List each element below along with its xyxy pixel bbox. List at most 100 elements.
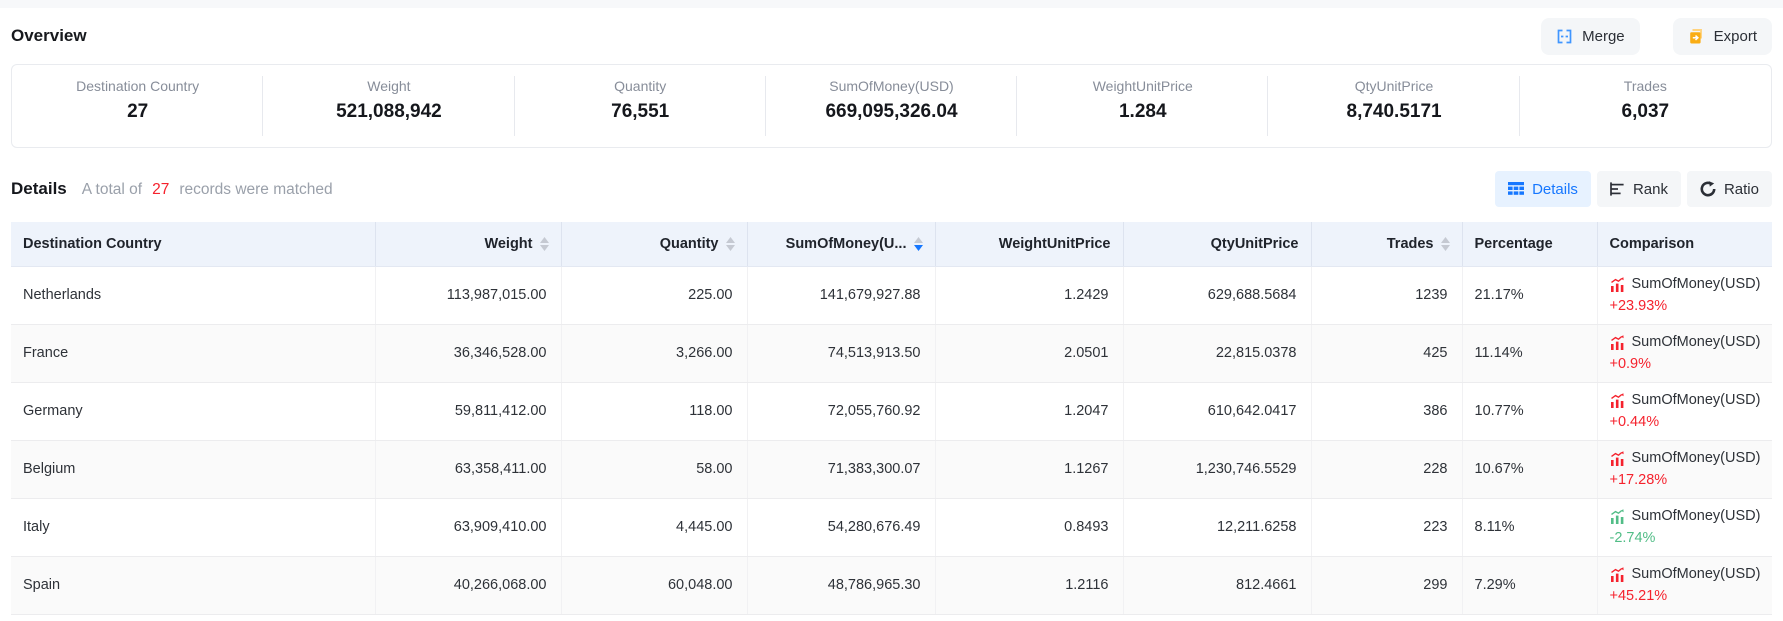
tab-rank[interactable]: Rank (1597, 171, 1681, 207)
tab-details[interactable]: Details (1495, 171, 1591, 207)
column-header-trades[interactable]: Trades (1311, 222, 1462, 266)
ratio-icon (1700, 181, 1716, 197)
stat-weight-unit-price: WeightUnitPrice 1.284 (1017, 65, 1268, 147)
cell-sum-of-money: 54,280,676.49 (747, 498, 935, 556)
topbar: Overview Merge (11, 17, 1772, 55)
stat-trades: Trades 6,037 (1520, 65, 1771, 147)
cell-qty-unit-price: 629,688.5684 (1123, 266, 1311, 324)
cell-percentage: 10.77% (1462, 382, 1597, 440)
stat-label: QtyUnitPrice (1268, 78, 1519, 94)
comparison-change: +45.21% (1610, 588, 1761, 604)
details-bar: Details A total of27records were matched… (11, 171, 1772, 207)
export-button[interactable]: Export (1673, 18, 1772, 55)
stat-weight: Weight 521,088,942 (263, 65, 514, 147)
stat-label: Destination Country (12, 78, 263, 94)
sort-carets-icon[interactable] (1441, 237, 1450, 251)
merge-button[interactable]: Merge (1541, 18, 1640, 55)
cell-weight-unit-price: 1.2116 (935, 556, 1123, 614)
cell-comparison: SumOfMoney(USD) +0.9% (1597, 324, 1772, 382)
merge-button-label: Merge (1582, 28, 1625, 45)
cell-weight-unit-price: 1.2429 (935, 266, 1123, 324)
cell-weight-unit-price: 1.2047 (935, 382, 1123, 440)
cell-qty-unit-price: 1,230,746.5529 (1123, 440, 1311, 498)
mini-bar-chart-icon (1610, 393, 1625, 408)
column-header-destination-country: Destination Country (11, 222, 375, 266)
comparison-metric: SumOfMoney(USD) (1632, 508, 1761, 524)
cell-sum-of-money: 141,679,927.88 (747, 266, 935, 324)
bar-chart-icon (1610, 182, 1625, 196)
cell-weight: 63,358,411.00 (375, 440, 561, 498)
column-header-quantity[interactable]: Quantity (561, 222, 747, 266)
table-icon (1508, 182, 1524, 196)
cell-weight: 59,811,412.00 (375, 382, 561, 440)
page-title: Overview (11, 26, 87, 46)
cell-comparison: SumOfMoney(USD) +23.93% (1597, 266, 1772, 324)
table-row: Germany 59,811,412.00 118.00 72,055,760.… (11, 382, 1772, 440)
cell-weight-unit-price: 2.0501 (935, 324, 1123, 382)
comparison-change: +23.93% (1610, 298, 1761, 314)
stat-value: 521,088,942 (263, 101, 514, 123)
cell-destination-country: Belgium (11, 440, 375, 498)
comparison-metric: SumOfMoney(USD) (1632, 276, 1761, 292)
sort-carets-icon[interactable] (914, 237, 923, 251)
column-header-sum-of-money[interactable]: SumOfMoney(U... (747, 222, 935, 266)
cell-weight: 113,987,015.00 (375, 266, 561, 324)
cell-qty-unit-price: 22,815.0378 (1123, 324, 1311, 382)
cell-quantity: 58.00 (561, 440, 747, 498)
cell-qty-unit-price: 610,642.0417 (1123, 382, 1311, 440)
column-header-comparison: Comparison (1597, 222, 1772, 266)
cell-trades: 1239 (1311, 266, 1462, 324)
stat-label: Quantity (515, 78, 766, 94)
details-heading-group: Details A total of27records were matched (11, 179, 333, 199)
mini-bar-chart-icon (1610, 277, 1625, 292)
stat-quantity: Quantity 76,551 (515, 65, 766, 147)
stat-destination-country: Destination Country 27 (12, 65, 263, 147)
sort-carets-icon[interactable] (726, 237, 735, 251)
cell-destination-country: Italy (11, 498, 375, 556)
comparison-metric: SumOfMoney(USD) (1632, 450, 1761, 466)
comparison-change: +17.28% (1610, 472, 1761, 488)
cell-weight-unit-price: 0.8493 (935, 498, 1123, 556)
top-strip (0, 0, 1783, 8)
stat-value: 669,095,326.04 (766, 101, 1017, 123)
match-summary: A total of27records were matched (82, 181, 333, 199)
cell-trades: 299 (1311, 556, 1462, 614)
cell-trades: 386 (1311, 382, 1462, 440)
mini-bar-chart-icon (1610, 335, 1625, 350)
table-row: Italy 63,909,410.00 4,445.00 54,280,676.… (11, 498, 1772, 556)
export-button-label: Export (1714, 28, 1757, 45)
details-heading: Details (11, 179, 67, 199)
cell-trades: 223 (1311, 498, 1462, 556)
table-row: France 36,346,528.00 3,266.00 74,513,913… (11, 324, 1772, 382)
cell-sum-of-money: 74,513,913.50 (747, 324, 935, 382)
comparison-change: +0.44% (1610, 414, 1761, 430)
cell-weight-unit-price: 1.1267 (935, 440, 1123, 498)
cell-trades: 425 (1311, 324, 1462, 382)
merge-icon (1556, 28, 1573, 45)
sort-carets-icon[interactable] (540, 237, 549, 251)
view-tabs: Details Rank (1495, 171, 1772, 207)
stat-value: 76,551 (515, 101, 766, 123)
tab-ratio[interactable]: Ratio (1687, 171, 1772, 207)
cell-quantity: 3,266.00 (561, 324, 747, 382)
stat-value: 1.284 (1017, 101, 1268, 123)
stat-label: WeightUnitPrice (1017, 78, 1268, 94)
column-header-weight[interactable]: Weight (375, 222, 561, 266)
tab-rank-label: Rank (1633, 181, 1668, 198)
stat-value: 27 (12, 101, 263, 123)
cell-sum-of-money: 48,786,965.30 (747, 556, 935, 614)
mini-bar-chart-icon (1610, 509, 1625, 524)
cell-weight: 63,909,410.00 (375, 498, 561, 556)
cell-destination-country: France (11, 324, 375, 382)
table-row: Spain 40,266,068.00 60,048.00 48,786,965… (11, 556, 1772, 614)
comparison-change: -2.74% (1610, 530, 1761, 546)
stat-label: SumOfMoney(USD) (766, 78, 1017, 94)
tab-ratio-label: Ratio (1724, 181, 1759, 198)
cell-sum-of-money: 72,055,760.92 (747, 382, 935, 440)
toolbar-actions: Merge Export (1541, 18, 1772, 55)
comparison-metric: SumOfMoney(USD) (1632, 334, 1761, 350)
mini-bar-chart-icon (1610, 451, 1625, 466)
cell-comparison: SumOfMoney(USD) +0.44% (1597, 382, 1772, 440)
cell-destination-country: Germany (11, 382, 375, 440)
cell-comparison: SumOfMoney(USD) +17.28% (1597, 440, 1772, 498)
